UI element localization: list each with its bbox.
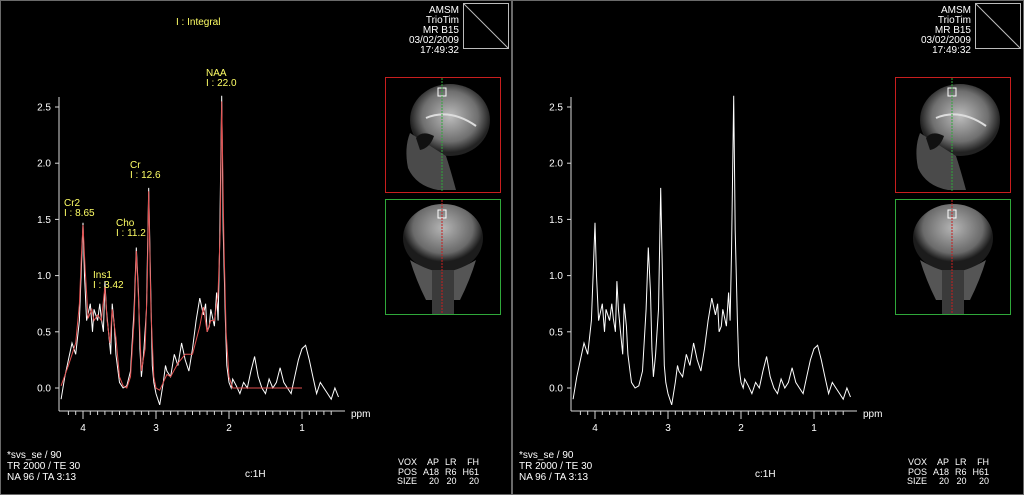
x-tick-label: 1: [299, 423, 305, 431]
voxel-cell: 20: [979, 476, 990, 486]
sagittal-head-image: [916, 78, 1000, 192]
y-tick-label: 1.0: [549, 271, 563, 282]
peak-label-cr: Cr I : 12.6: [130, 160, 161, 181]
coronal-head-image: [403, 200, 483, 314]
coronal-localizer[interactable]: [385, 199, 501, 315]
y-tick-label: 2.0: [37, 159, 51, 170]
voxel-cell: 20: [446, 476, 457, 486]
y-tick-label: 0.0: [37, 384, 51, 395]
voxel-cell: 20: [469, 476, 480, 486]
sagittal-localizer[interactable]: [895, 77, 1011, 193]
voxel-cell: 20: [939, 476, 950, 486]
peak-label-ins1: Ins1 I : 3.42: [93, 270, 124, 291]
x-tick-label: 2: [226, 423, 232, 431]
protocol-line: NA 96 / TA 3:13: [7, 472, 77, 483]
spectrum-viewport-left[interactable]: I : Integral AMSM TrioTim MR B15 03/02/2…: [0, 0, 512, 495]
x-tick-label: 3: [665, 423, 671, 431]
y-tick-label: 0.5: [549, 327, 563, 338]
y-tick-label: 0.0: [549, 384, 563, 395]
voxel-cell: SIZE: [397, 476, 418, 486]
voxel-table: VOX AP LR FH POS A18 R6 H61 SIZE 20 20 20: [907, 457, 990, 487]
peak-label-cho: Cho I : 11.2: [116, 218, 146, 239]
x-tick-label: 4: [80, 423, 86, 431]
protocol-line: *svs_se / 90: [7, 450, 62, 461]
y-tick-label: 1.0: [37, 271, 51, 282]
x-tick-label: 1: [811, 423, 817, 431]
voxel-cell: 20: [956, 476, 967, 486]
voxel-table: VOX AP LR FH POS A18 R6 H61 SIZE 20 20 20: [397, 457, 480, 487]
sagittal-localizer[interactable]: [385, 77, 501, 193]
protocol-line: TR 2000 / TE 30: [7, 461, 81, 472]
nucleus-label: c:1H: [755, 469, 776, 480]
peak-label-cr2: Cr2 I : 8.65: [64, 198, 95, 219]
coronal-localizer[interactable]: [895, 199, 1011, 315]
nucleus-label: c:1H: [245, 469, 266, 480]
spectrum-line: [572, 95, 851, 406]
protocol-info: *svs_se / 90 TR 2000 / TE 30 NA 96 / TA …: [519, 450, 592, 483]
protocol-info: *svs_se / 90 TR 2000 / TE 30 NA 96 / TA …: [7, 450, 80, 483]
spectrum-viewport-right[interactable]: AMSM TrioTim MR B15 03/02/2009 17:49:32 …: [512, 0, 1024, 495]
x-unit-label: ppm: [351, 409, 370, 420]
x-tick-label: 2: [738, 423, 744, 431]
fit-line: [60, 101, 302, 391]
protocol-line: NA 96 / TA 3:13: [519, 472, 589, 483]
y-tick-label: 2.0: [549, 159, 563, 170]
protocol-line: *svs_se / 90: [519, 450, 574, 461]
coronal-head-image: [913, 200, 993, 314]
x-tick-label: 4: [592, 423, 598, 431]
y-tick-label: 0.5: [37, 327, 51, 338]
sagittal-head-image: [406, 78, 490, 192]
voxel-cell: SIZE: [907, 476, 928, 486]
voxel-cell: 20: [429, 476, 440, 486]
y-tick-label: 2.5: [549, 103, 563, 114]
x-unit-label: ppm: [863, 409, 882, 420]
spectrum-line: [60, 95, 339, 406]
protocol-line: TR 2000 / TE 30: [519, 461, 593, 472]
y-tick-label: 1.5: [37, 215, 51, 226]
peak-label-naa: NAA I : 22.0: [206, 68, 237, 89]
y-tick-label: 2.5: [37, 103, 51, 114]
x-tick-label: 3: [153, 423, 159, 431]
y-tick-label: 1.5: [549, 215, 563, 226]
